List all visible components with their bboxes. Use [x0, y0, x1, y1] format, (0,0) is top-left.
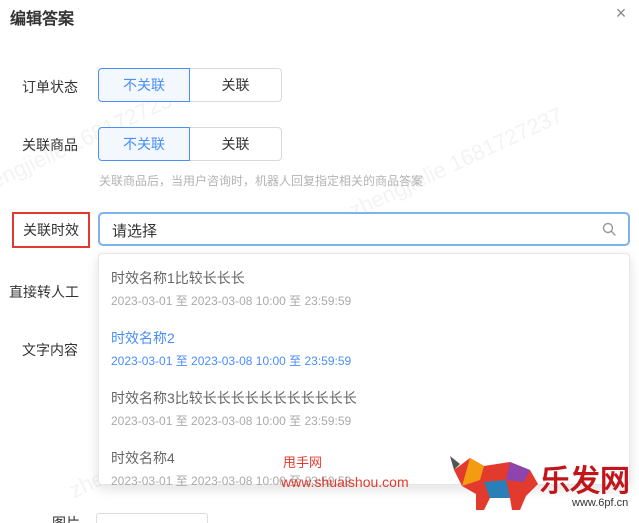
text-content-label: 文字内容	[22, 342, 78, 358]
timing-option[interactable]: 时效名称1比较长长长 2023-03-01 至 2023-03-08 10:00…	[99, 256, 629, 314]
order-status-label: 订单状态	[22, 79, 78, 95]
close-icon[interactable]: ×	[611, 3, 631, 23]
related-timing-select[interactable]: 请选择	[98, 212, 630, 246]
site-watermark-url: www.shuaishou.com	[281, 474, 409, 490]
watermark: zhengjielie 1681727237	[345, 102, 567, 223]
search-icon	[602, 222, 616, 236]
timing-option-name: 时效名称1比较长长长	[111, 270, 245, 286]
related-timing-label: 关联时效	[12, 212, 90, 248]
timing-option-time: 2023-03-01 至 2023-03-08 10:00 至 23:59:59	[111, 294, 352, 308]
dialog-header: 编辑答案 ×	[0, 0, 639, 30]
timing-option[interactable]: 时效名称3比较长长长长长长长长长长长 2023-03-01 至 2023-03-…	[99, 376, 629, 434]
related-product-option-unlinked[interactable]: 不关联	[98, 127, 190, 161]
image-upload-field[interactable]	[96, 513, 208, 523]
bull-logo-icon	[450, 456, 538, 510]
related-product-segmented: 不关联 关联	[98, 127, 282, 161]
related-product-label: 关联商品	[22, 137, 78, 153]
timing-option[interactable]: 时效名称2 2023-03-01 至 2023-03-08 10:00 至 23…	[99, 316, 629, 374]
timing-option-time: 2023-03-01 至 2023-03-08 10:00 至 23:59:59	[111, 354, 352, 368]
site-watermark-name: 甩手网	[283, 455, 323, 470]
edit-answer-dialog: 编辑答案 × zhengjielie 1681727237 zhengjieli…	[0, 0, 639, 523]
related-product-hint: 关联商品后，当用户咨询时，机器人回复指定相关的商品答案	[99, 174, 424, 188]
timing-option-time: 2023-03-01 至 2023-03-08 10:00 至 23:59:59	[111, 414, 352, 428]
dialog-title: 编辑答案	[10, 11, 75, 28]
order-status-segmented: 不关联 关联	[98, 68, 282, 102]
brand-url: www.6pf.cn	[572, 497, 629, 509]
timing-option-name: 时效名称4	[111, 450, 175, 466]
transfer-to-human-label: 直接转人工	[9, 284, 79, 300]
order-status-option-linked[interactable]: 关联	[190, 68, 282, 102]
related-product-option-linked[interactable]: 关联	[190, 127, 282, 161]
related-timing-placeholder: 请选择	[112, 223, 158, 240]
order-status-option-unlinked[interactable]: 不关联	[98, 68, 190, 102]
timing-option-name: 时效名称2	[111, 330, 175, 346]
brand-logo: 乐发网	[540, 464, 630, 499]
timing-option-name: 时效名称3比较长长长长长长长长长长长	[111, 390, 357, 406]
related-timing-dropdown: 时效名称1比较长长长 2023-03-01 至 2023-03-08 10:00…	[98, 253, 630, 488]
image-label: 图片	[52, 515, 80, 523]
related-timing-label-text: 关联时效	[23, 222, 79, 238]
